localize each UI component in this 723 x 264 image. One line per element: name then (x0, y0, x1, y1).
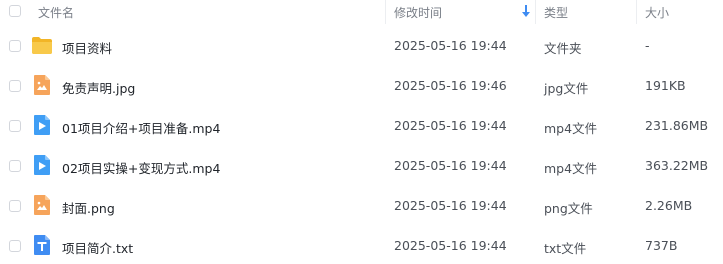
column-divider[interactable] (535, 0, 536, 24)
file-size: 2.26MB (645, 198, 693, 213)
row-checkbox[interactable] (9, 200, 21, 212)
column-divider[interactable] (636, 0, 637, 24)
image-file-icon (34, 75, 50, 95)
row-checkbox[interactable] (9, 40, 21, 52)
file-type: mp4文件 (544, 161, 598, 176)
file-name[interactable]: 项目资料 (62, 38, 112, 57)
file-modified-time: 2025-05-16 19:44 (394, 38, 507, 53)
row-checkbox[interactable] (9, 120, 21, 132)
file-name[interactable]: 01项目介绍+项目准备.mp4 (62, 118, 220, 137)
arrow-down-icon[interactable] (521, 4, 531, 18)
column-header-size[interactable]: 大小 (645, 4, 669, 21)
column-divider[interactable] (385, 0, 386, 24)
file-row[interactable]: 项目简介.txt 2025-05-16 19:44 txt文件 737B (0, 226, 723, 264)
file-size: 363.22MB (645, 158, 709, 173)
file-size: - (645, 38, 650, 53)
row-checkbox[interactable] (9, 240, 21, 252)
file-type: mp4文件 (544, 121, 598, 136)
select-all-checkbox[interactable] (9, 5, 21, 17)
column-header-modified-time[interactable]: 修改时间 (394, 4, 442, 21)
row-checkbox[interactable] (9, 160, 21, 172)
file-modified-time: 2025-05-16 19:46 (394, 78, 507, 93)
file-size: 191KB (645, 78, 686, 93)
file-size: 737B (645, 238, 678, 253)
text-file-icon (34, 235, 50, 255)
file-row[interactable]: 02项目实操+变现方式.mp4 2025-05-16 19:44 mp4文件 3… (0, 146, 723, 186)
file-type: 文件夹 (544, 41, 582, 56)
file-row[interactable]: 免责声明.jpg 2025-05-16 19:46 jpg文件 191KB (0, 66, 723, 106)
file-list-header: 文件名 修改时间 类型 大小 (0, 0, 723, 24)
file-name[interactable]: 02项目实操+变现方式.mp4 (62, 158, 220, 177)
file-type: jpg文件 (544, 81, 589, 96)
file-modified-time: 2025-05-16 19:44 (394, 198, 507, 213)
file-list: 文件名 修改时间 类型 大小 项目资料 2025-05-16 19:44 文件夹… (0, 0, 723, 264)
file-row[interactable]: 01项目介绍+项目准备.mp4 2025-05-16 19:44 mp4文件 2… (0, 106, 723, 146)
column-header-type[interactable]: 类型 (544, 4, 568, 21)
video-file-icon (34, 115, 50, 135)
image-file-icon (34, 195, 50, 215)
folder-icon (32, 37, 52, 54)
file-name[interactable]: 项目简介.txt (62, 238, 133, 257)
file-name[interactable]: 免责声明.jpg (62, 78, 135, 97)
file-row[interactable]: 项目资料 2025-05-16 19:44 文件夹 - (0, 26, 723, 66)
file-type: png文件 (544, 201, 593, 216)
column-header-name[interactable]: 文件名 (38, 4, 74, 21)
video-file-icon (34, 155, 50, 175)
file-size: 231.86MB (645, 118, 709, 133)
file-row[interactable]: 封面.png 2025-05-16 19:44 png文件 2.26MB (0, 186, 723, 226)
row-checkbox[interactable] (9, 80, 21, 92)
file-modified-time: 2025-05-16 19:44 (394, 158, 507, 173)
file-type: txt文件 (544, 241, 587, 256)
file-modified-time: 2025-05-16 19:44 (394, 118, 507, 133)
file-modified-time: 2025-05-16 19:44 (394, 238, 507, 253)
file-name[interactable]: 封面.png (62, 198, 115, 217)
